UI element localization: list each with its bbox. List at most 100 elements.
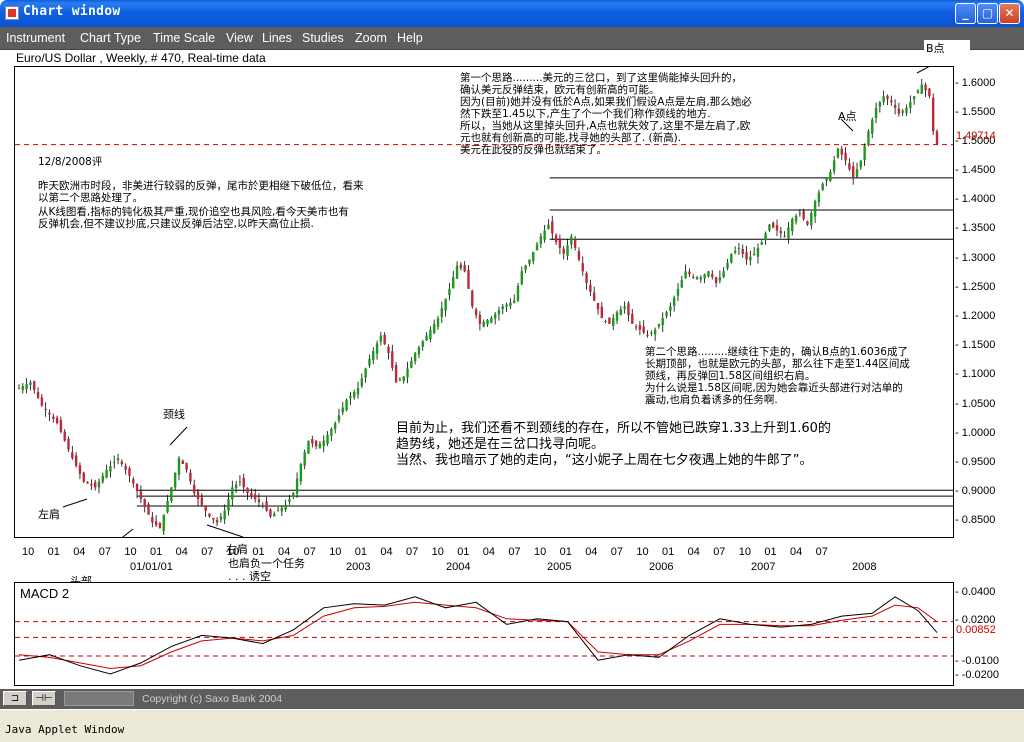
candle-body [44,408,47,411]
price-x-tick: 07 [201,546,214,558]
candle-body [798,212,802,214]
idea2-line: 颈线，再反弹回1.58区间组织右肩。 [645,370,816,382]
menu-instrument[interactable]: Instrument [6,31,65,45]
candle-body [737,247,741,249]
candle-body [250,492,253,497]
price-x-year-tick: 2007 [751,561,776,573]
candle-body [608,317,611,324]
candle-body [406,368,409,378]
close-button[interactable]: ✕ [999,3,1020,24]
candle-body [741,249,744,254]
candle-body [333,423,337,430]
candle-body [931,97,935,132]
candle-body [269,509,272,517]
candle-body [592,292,596,301]
macd-current-label: 0.00852 [956,624,996,636]
candle-body [33,381,36,391]
candle-body [421,341,424,347]
maximize-button[interactable]: ▢ [977,3,998,24]
candle-body [657,323,661,327]
candle-body [627,303,630,316]
price-x-year-tick: 2004 [446,561,471,573]
idea2-line: 为什么说是1.58区间呢,因为她会靠近头部进行对沽单的 [645,382,903,394]
candle-body [48,412,51,415]
idea1-line: 确认美元反弹结束，欧元有创新高的可能。 [460,84,660,96]
candle-body [821,183,824,190]
price-x-tick: 01 [354,546,368,558]
candle-body [851,166,855,178]
candle-body [619,309,623,316]
candle-body [455,265,459,279]
candle-body [474,309,478,316]
candle-body [265,501,268,511]
menu-view[interactable]: View [226,31,253,45]
idea1-line: 元也就有创新高的可能,找寻她的头部了. (新高). [460,132,682,144]
macd-y-tick: - 0.0400 [955,586,996,599]
annotation-date: 12/8/2008评 [38,156,103,168]
idea1-line: 因为(目前)她并没有低於A点,如果我们假设A点是左肩,那么她必 [460,96,752,108]
price-y-tick: - 0.8500 [955,514,996,527]
candle-body [520,271,524,284]
price-x-tick: 10 [636,546,649,558]
price-y-tick: - 1.3500 [955,222,996,235]
price-x-tick: 01 [47,546,60,558]
label-a-point: A点 [838,110,857,123]
candle-body [886,95,889,100]
window-title: Chart window [23,4,121,19]
candle-body [703,274,706,279]
menu-help[interactable]: Help [397,31,423,45]
menu-time-scale[interactable]: Time Scale [153,31,215,45]
candle-body [722,271,725,278]
price-x-tick: 04 [585,546,598,558]
candle-body [817,192,821,203]
candle-body [935,131,939,145]
main-line: 当然、我也暗示了她的走向，“这小妮子上周在七夕夜遇上她的牛郎了”。 [396,453,813,468]
horizontal-scrollbar[interactable] [64,691,134,706]
menu-chart-type[interactable]: Chart Type [80,31,141,45]
candle-body [295,478,299,494]
main-line: 目前为止，我们还看不到颈线的存在，所以不管她已跌穿1.33上升到1.60的 [396,421,831,436]
candle-body [139,491,143,500]
candle-body [676,288,680,296]
candle-body [128,468,131,476]
pan-button[interactable]: ⊐ [3,691,27,706]
candle-body [288,499,291,503]
price-x-tick: 10 [22,546,35,558]
candle-body [482,321,485,327]
menu-studies[interactable]: Studies [302,31,344,45]
price-x-tick: 07 [713,546,726,558]
menu-lines[interactable]: Lines [262,31,292,45]
candle-body [223,510,226,520]
candle-body [71,452,74,459]
candle-body [212,517,215,520]
title-bar[interactable]: Chart window _ ▢ ✕ [0,0,1024,27]
candle-body [97,481,101,488]
candle-body [829,172,832,181]
macd-chart-area[interactable] [14,582,954,686]
candle-body [882,96,885,102]
candle-body [551,221,554,234]
candle-body [794,215,798,222]
macd-chart-svg [15,596,953,675]
candle-body [135,483,139,492]
price-y-tick: - 1.5500 [955,105,996,118]
menu-zoom[interactable]: Zoom [355,31,387,45]
candle-body [432,323,436,334]
candle-body [234,484,238,488]
candle-body [204,505,207,511]
candle-body [440,308,444,317]
candle-body [505,304,508,307]
candle-body [909,102,912,109]
crosshair-button[interactable]: ⊣⊢ [32,691,56,706]
minimize-button[interactable]: _ [955,3,976,24]
candle-body [516,285,520,301]
price-y-tick: - 1.6000 [955,76,996,89]
candle-body [768,224,771,231]
candle-body [120,461,124,465]
candle-body [791,218,794,232]
candle-body [337,415,341,421]
java-app-icon [5,6,19,20]
candle-body [642,326,645,333]
price-x-tick: 07 [406,546,419,558]
chart-toolbar-bottom: ⊐ ⊣⊢ Copyright (c) Saxo Bank 2004 [0,689,1024,709]
